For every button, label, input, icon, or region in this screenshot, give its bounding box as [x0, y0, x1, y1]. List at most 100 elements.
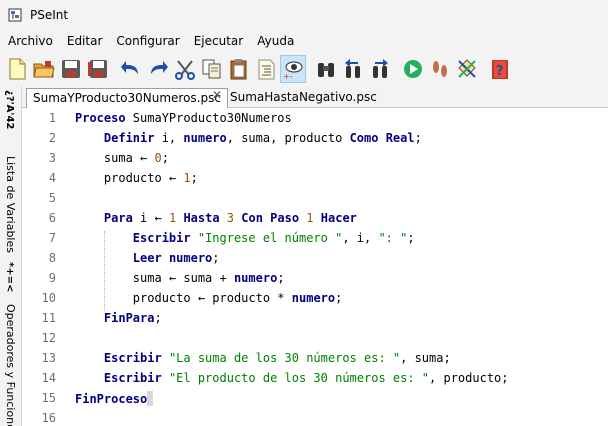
indent-icon — [258, 59, 275, 80]
code-line[interactable]: Escribir "Ingrese el número ", i, ": "; — [75, 231, 415, 245]
eye-icon: +- — [283, 61, 303, 80]
menu-ayuda[interactable]: Ayuda — [249, 34, 300, 48]
tab-variables-list[interactable]: Lista de Variables — [4, 156, 17, 253]
help-button[interactable]: ? — [487, 55, 513, 83]
operators-tab-icon: *+=< — [4, 262, 15, 293]
line-number: 2 — [48, 131, 56, 145]
find-button[interactable] — [313, 55, 339, 83]
find-prev-icon — [345, 59, 360, 78]
close-tab-icon[interactable]: ✕ — [212, 88, 222, 102]
line-number: 6 — [48, 211, 56, 225]
undo-icon — [121, 61, 138, 74]
string-token: "La suma de los 30 números es: " — [168, 351, 401, 365]
code-line[interactable]: producto ← producto * numero; — [75, 291, 343, 305]
pseint-logo-icon — [8, 8, 22, 22]
code-token: suma — [75, 271, 169, 285]
line-number: 8 — [48, 251, 56, 265]
open-file-button[interactable] — [31, 55, 57, 83]
run-button[interactable] — [400, 55, 426, 83]
code-token: ← — [197, 291, 206, 305]
line-number: 5 — [48, 191, 56, 205]
file-tabs: SumaYProducto30Numeros.psc ✕ SumaHastaNe… — [22, 86, 608, 109]
find-next-button[interactable] — [367, 55, 393, 83]
keyword-token: FinProceso — [75, 392, 148, 406]
menu-bar: Archivo Editar Configurar Ejecutar Ayuda — [0, 30, 608, 52]
keyword-token: numero — [233, 271, 278, 285]
tab-other-file[interactable]: SumaHastaNegativo.psc — [224, 88, 383, 108]
code-token: , i, — [342, 231, 379, 245]
svg-text:?: ? — [496, 64, 504, 79]
redo-button[interactable] — [145, 55, 171, 83]
code-line[interactable]: Escribir "La suma de los 30 números es: … — [75, 351, 451, 365]
find-previous-button[interactable] — [340, 55, 366, 83]
code-line[interactable]: Para i ← 1 Hasta 3 Con Paso 1 Hacer — [75, 211, 357, 225]
new-file-button[interactable] — [4, 55, 30, 83]
line-number: 9 — [48, 271, 56, 285]
step-by-step-button[interactable] — [427, 55, 453, 83]
code-line[interactable]: suma ← suma + numero; — [75, 271, 285, 285]
menu-configurar[interactable]: Configurar — [108, 34, 185, 48]
code-token: ; — [407, 231, 415, 245]
watch-variables-button[interactable]: +- — [280, 55, 306, 83]
save-as-button[interactable] — [85, 55, 111, 83]
code-token: , suma, producto — [226, 131, 350, 145]
code-line[interactable]: Definir i, numero, suma, producto Como R… — [75, 131, 422, 145]
find-next-icon — [373, 59, 388, 78]
keyword-token: numero — [183, 131, 227, 145]
cut-button[interactable] — [172, 55, 198, 83]
save-button[interactable] — [58, 55, 84, 83]
code-line[interactable]: Proceso SumaYProducto30Numeros — [75, 111, 292, 125]
keyword-token: Hacer — [320, 211, 357, 225]
code-editor[interactable]: 1 2 3 4 5 6 7 8 9 10 11 12 13 14 15 16 Proceso SumaYPro… — [22, 108, 608, 426]
tab-active-file[interactable]: SumaYProducto30Numeros.psc — [26, 88, 228, 109]
code-line[interactable]: producto ← 1; — [75, 171, 198, 185]
code-line[interactable]: Escribir "El producto de los 30 números … — [75, 371, 509, 385]
tab-label: SumaHastaNegativo.psc — [230, 90, 377, 104]
new-file-icon — [9, 58, 26, 80]
line-number: 10 — [41, 291, 56, 305]
paste-button[interactable] — [226, 55, 252, 83]
code-line[interactable]: Leer numero; — [75, 251, 220, 265]
line-number: 12 — [41, 331, 56, 345]
undo-button[interactable] — [118, 55, 144, 83]
code-token: , producto; — [429, 371, 509, 385]
keyword-token: Proceso — [75, 111, 126, 125]
line-number: 3 — [48, 151, 56, 165]
line-number: 4 — [48, 171, 56, 185]
save-as-icon — [88, 60, 107, 78]
menu-ejecutar[interactable]: Ejecutar — [186, 34, 250, 48]
tab-operators-functions[interactable]: Operadores y Funciones — [4, 304, 17, 426]
code-token: ; — [414, 131, 422, 145]
indent-button[interactable] — [253, 55, 279, 83]
code-token: i — [132, 211, 155, 225]
open-folder-icon — [33, 61, 55, 78]
footsteps-icon — [433, 61, 447, 77]
copy-icon — [202, 59, 221, 79]
keyword-token: FinPara — [103, 311, 155, 325]
tab-label: SumaYProducto30Numeros.psc — [33, 91, 221, 105]
menu-archivo[interactable]: Archivo — [0, 34, 59, 48]
code-token: ; — [212, 251, 220, 265]
help-icon: ? — [492, 60, 508, 79]
string-token: "El producto de los 30 números es: " — [168, 371, 430, 385]
code-line[interactable]: FinProceso — [75, 391, 154, 406]
flowchart-button[interactable] — [454, 55, 480, 83]
code-token: producto — [75, 171, 169, 185]
code-line[interactable]: suma ← 0; — [75, 151, 169, 165]
scissors-icon — [175, 60, 195, 80]
menu-editar[interactable]: Editar — [59, 34, 109, 48]
code-token: ; — [190, 171, 198, 185]
string-token: ": " — [378, 231, 408, 245]
keyword-token: numero — [291, 291, 336, 305]
code-line[interactable]: FinPara; — [75, 311, 162, 325]
copy-button[interactable] — [199, 55, 225, 83]
